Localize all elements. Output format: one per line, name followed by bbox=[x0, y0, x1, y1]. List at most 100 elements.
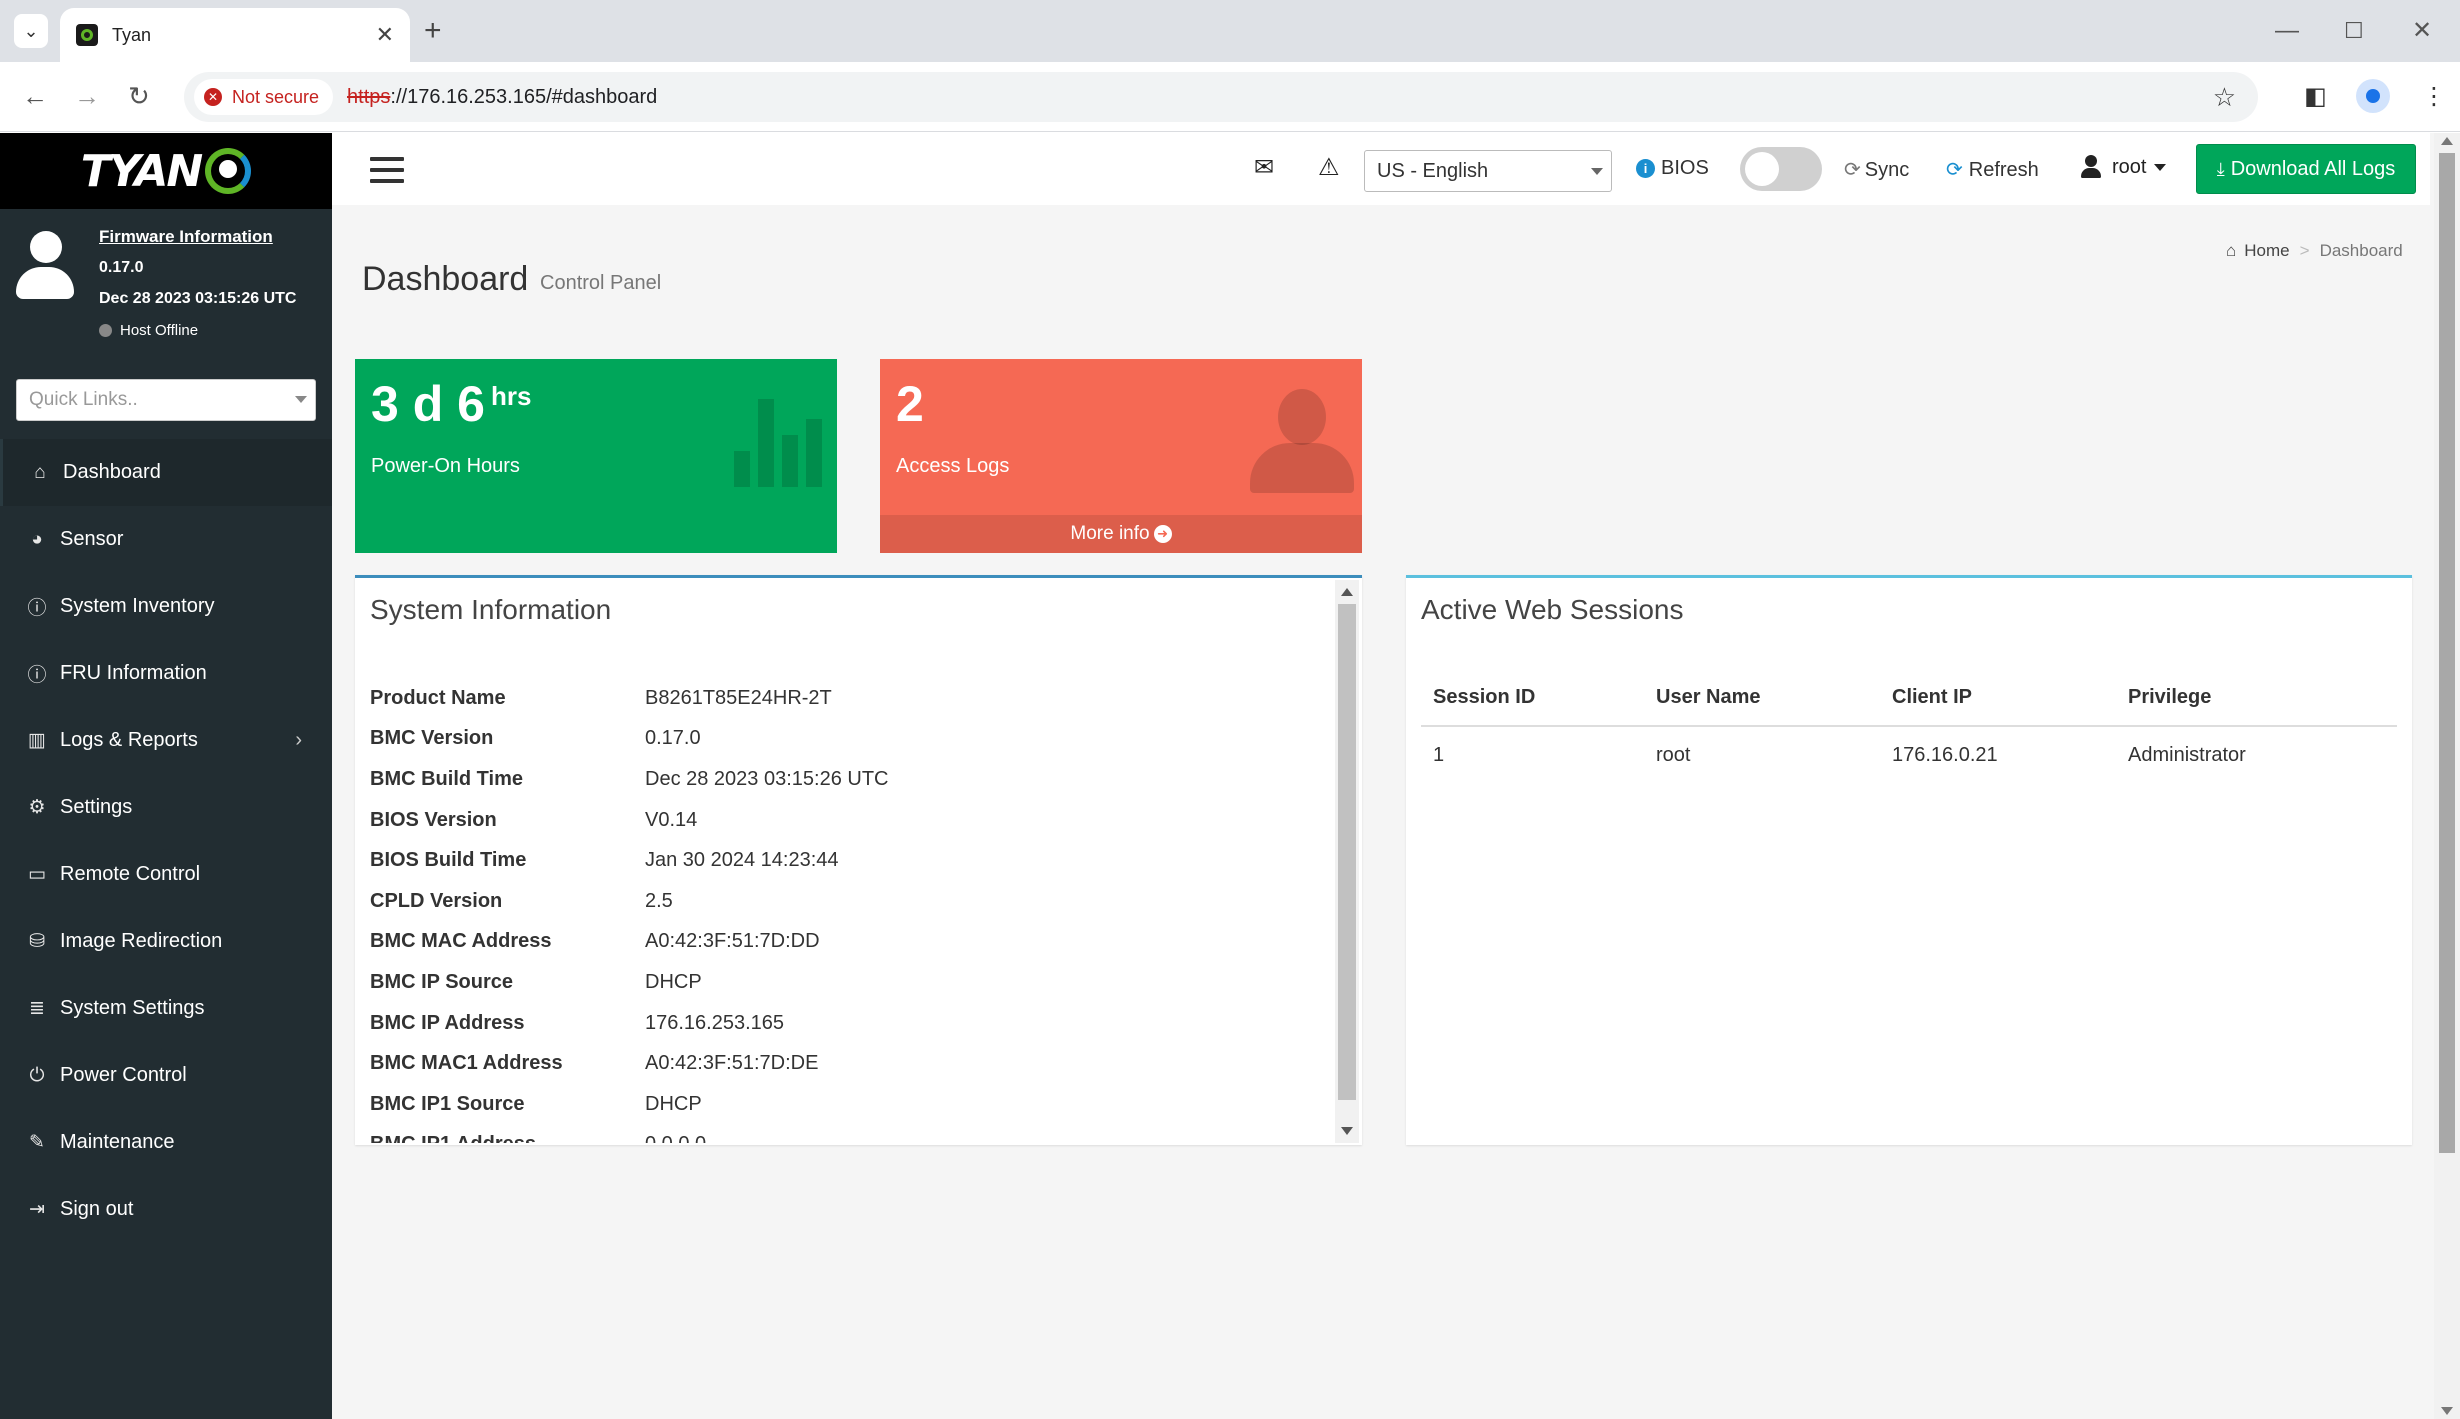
breadcrumb-home-link[interactable]: Home bbox=[2244, 241, 2289, 261]
sidebar-item-power-control[interactable]: ⏻ Power Control bbox=[0, 1042, 332, 1109]
minimize-window-button[interactable]: — bbox=[2275, 14, 2299, 48]
sidebar-item-image-redirection[interactable]: ⛁ Image Redirection bbox=[0, 908, 332, 975]
user-menu[interactable]: root bbox=[2080, 155, 2167, 179]
firmware-information-link[interactable]: Firmware Information bbox=[99, 227, 273, 247]
client-ip-cell: 176.16.0.21 bbox=[1892, 744, 1998, 766]
sessions-table: Session ID User Name Client IP Privilege… bbox=[1421, 670, 2397, 784]
tyan-favicon-icon bbox=[76, 24, 98, 46]
sidebar-toggle-button[interactable] bbox=[370, 157, 404, 183]
scroll-down-arrow-icon[interactable] bbox=[2441, 1407, 2453, 1415]
sign-out-icon: ⇥ bbox=[29, 1199, 45, 1220]
session-id-cell: 1 bbox=[1433, 744, 1445, 766]
download-all-logs-button[interactable]: ⤓ Download All Logs bbox=[2196, 144, 2416, 194]
info-row: BMC IP Source DHCP bbox=[370, 970, 702, 993]
user-silhouette-icon bbox=[1250, 389, 1354, 493]
warning-icon[interactable]: ⚠ bbox=[1318, 153, 1340, 183]
browser-menu-icon[interactable]: ⋮ bbox=[2422, 82, 2446, 112]
new-tab-button[interactable]: + bbox=[424, 14, 442, 48]
power-icon: ⏻ bbox=[29, 1064, 45, 1086]
scrollbar-thumb[interactable] bbox=[1338, 604, 1356, 1100]
dashboard-icon: ◕ bbox=[31, 528, 43, 550]
user-name-cell: root bbox=[1656, 744, 1691, 766]
sidebar-item-dashboard[interactable]: ⌂ Dashboard bbox=[0, 439, 332, 506]
close-tab-icon[interactable]: ✕ bbox=[376, 22, 394, 48]
page-title: Dashboard bbox=[362, 260, 529, 298]
browser-address-bar: ← → ↻ ✕ Not secure https://176.16.253.16… bbox=[0, 62, 2460, 132]
scroll-up-arrow-icon[interactable] bbox=[2441, 137, 2453, 145]
sync-button[interactable]: ⟳ Sync bbox=[1844, 157, 1909, 182]
logo-ring-icon bbox=[205, 148, 252, 194]
list-icon: ≣ bbox=[29, 998, 45, 1019]
download-icon: ⤓ bbox=[2216, 158, 2225, 179]
column-header[interactable]: Session ID bbox=[1421, 670, 1644, 727]
browser-tab[interactable]: Tyan ✕ bbox=[60, 8, 410, 62]
table-row[interactable]: 1 root 176.16.0.21 Administrator bbox=[1421, 726, 2397, 784]
panel-title: Active Web Sessions bbox=[1421, 594, 1684, 625]
tab-search-button[interactable]: ⌄ bbox=[14, 14, 48, 48]
sidebar-item-remote-control[interactable]: ▭ Remote Control bbox=[0, 841, 332, 908]
warning-x-icon: ✕ bbox=[204, 88, 222, 106]
column-header[interactable]: Client IP bbox=[1880, 670, 2116, 727]
access-logs-box: 2 Access Logs More info ➜ bbox=[880, 359, 1362, 553]
maximize-window-button[interactable]: ☐ bbox=[2344, 14, 2364, 48]
profile-avatar[interactable] bbox=[2356, 79, 2390, 113]
more-info-link[interactable]: More info ➜ bbox=[880, 515, 1362, 553]
bar-chart-icon bbox=[734, 399, 824, 487]
sidebar-item-logs-reports[interactable]: ▥ Logs & Reports › bbox=[0, 707, 332, 774]
refresh-button[interactable]: ⟳ Refresh bbox=[1946, 157, 2039, 182]
info-row: BIOS Build Time Jan 30 2024 14:23:44 bbox=[370, 849, 839, 872]
wrench-icon: ✎ bbox=[29, 1132, 45, 1153]
bios-indicator[interactable]: i BIOS bbox=[1636, 157, 1709, 180]
info-icon: ⓘ bbox=[27, 665, 47, 686]
column-header[interactable]: Privilege bbox=[2116, 670, 2397, 727]
info-row: BMC IP1 Address0.0.0.0 bbox=[370, 1125, 1320, 1143]
tab-title: Tyan bbox=[112, 24, 152, 45]
access-logs-value: 2 bbox=[896, 376, 924, 432]
host-status: Host Offline bbox=[99, 322, 198, 339]
info-row: BMC IP1 Source DHCP bbox=[370, 1092, 702, 1115]
omnibox[interactable]: ✕ Not secure https://176.16.253.165/#das… bbox=[184, 72, 2258, 122]
column-header[interactable]: User Name bbox=[1644, 670, 1880, 727]
info-row: BMC Version 0.17.0 bbox=[370, 727, 701, 750]
sidebar-item-system-inventory[interactable]: ⓘ System Inventory bbox=[0, 573, 332, 640]
scroll-up-arrow-icon[interactable] bbox=[1341, 588, 1353, 596]
sidebar-item-sensor[interactable]: ◕ Sensor bbox=[0, 506, 332, 573]
page-scrollbar[interactable] bbox=[2434, 133, 2460, 1419]
tyan-logo[interactable]: TYAN bbox=[0, 133, 332, 209]
chevron-right-icon: › bbox=[295, 729, 302, 751]
page-subtitle: Control Panel bbox=[540, 272, 662, 294]
sidebar-item-settings[interactable]: ⚙ Settings bbox=[0, 774, 332, 841]
scrollbar-thumb[interactable] bbox=[2439, 153, 2455, 1153]
user-icon bbox=[2080, 155, 2102, 179]
active-web-sessions-panel: Active Web Sessions Session ID User Name… bbox=[1406, 575, 2412, 1145]
sidebar-item-sign-out[interactable]: ⇥ Sign out bbox=[0, 1176, 332, 1243]
dropdown-caret-icon bbox=[295, 396, 307, 403]
top-header: ✉ ⚠ US - English i BIOS ⟳ Sync ⟳ Refresh r… bbox=[332, 133, 2430, 205]
envelope-icon[interactable]: ✉ bbox=[1254, 153, 1274, 183]
panel-title: System Information bbox=[370, 594, 612, 625]
reload-button[interactable]: ↻ bbox=[128, 78, 150, 114]
system-info-scrollbar[interactable] bbox=[1335, 580, 1359, 1143]
close-window-button[interactable]: ✕ bbox=[2412, 14, 2432, 48]
bookmark-star-icon[interactable]: ☆ bbox=[2213, 82, 2236, 113]
power-on-hours-label: Power-On Hours bbox=[371, 455, 520, 477]
side-panel-icon[interactable]: ◧ bbox=[2304, 82, 2327, 112]
forward-button[interactable]: → bbox=[74, 78, 100, 114]
not-secure-label: Not secure bbox=[232, 86, 320, 107]
sidebar-item-fru-information[interactable]: ⓘ FRU Information bbox=[0, 640, 332, 707]
info-row: BMC IP Address 176.16.253.165 bbox=[370, 1011, 785, 1034]
bios-toggle-switch[interactable] bbox=[1740, 147, 1822, 191]
url-text[interactable]: https://176.16.253.165/#dashboard bbox=[347, 86, 657, 109]
browser-tab-bar: ⌄ Tyan ✕ + — ☐ ✕ bbox=[0, 0, 2460, 62]
sync-icon: ⟳ bbox=[1844, 159, 1861, 181]
language-select[interactable]: US - English bbox=[1364, 150, 1612, 192]
back-button[interactable]: ← bbox=[22, 78, 48, 114]
not-secure-badge[interactable]: ✕ Not secure bbox=[194, 79, 334, 115]
power-on-hours-box: 3 d 6 hrs Power-On Hours bbox=[355, 359, 837, 553]
system-information-panel: System Information Product Name B8261T85E… bbox=[355, 575, 1362, 1145]
sidebar-item-system-settings[interactable]: ≣ System Settings bbox=[0, 975, 332, 1042]
quick-links-select[interactable]: Quick Links.. bbox=[16, 379, 316, 421]
sidebar-item-maintenance[interactable]: ✎ Maintenance bbox=[0, 1109, 332, 1176]
refresh-icon: ⟳ bbox=[1946, 159, 1963, 181]
scroll-down-arrow-icon[interactable] bbox=[1341, 1127, 1353, 1135]
